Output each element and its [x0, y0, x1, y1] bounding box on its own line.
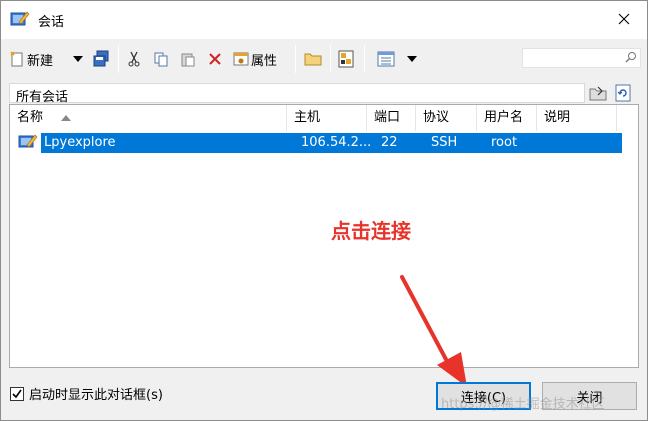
- app-icon: [10, 10, 30, 28]
- sort-ascending-icon: [61, 115, 71, 121]
- cell-username: root: [491, 135, 518, 150]
- column-header-name[interactable]: 名称: [10, 105, 287, 131]
- column-header-protocol[interactable]: 协议: [416, 105, 477, 131]
- save-icon: [93, 50, 109, 67]
- annotation-arrow-icon: [400, 275, 467, 387]
- cell-protocol: SSH: [431, 135, 458, 150]
- session-settings-button[interactable]: [336, 47, 356, 71]
- session-icon: [18, 134, 38, 153]
- folder-up-icon: [589, 86, 607, 101]
- toolbar-separator: [330, 45, 331, 73]
- session-dialog: 会话 新建 属性 所有会话 名称 主机 端口 协议 用户名 说明 Lpyexpl…: [0, 0, 648, 421]
- title-bar: 会话: [1, 1, 647, 39]
- search-icon: [625, 51, 637, 66]
- properties-icon: [233, 52, 249, 66]
- list-view-icon: [377, 51, 395, 67]
- save-session-button[interactable]: [90, 47, 112, 71]
- column-header-username[interactable]: 用户名: [477, 105, 537, 131]
- paste-icon: [181, 53, 195, 67]
- folder-icon: [304, 53, 322, 66]
- annotation-text: 点击连接: [331, 219, 411, 243]
- toolbar-separator: [295, 45, 296, 73]
- folder-label: 所有会话: [16, 90, 69, 105]
- column-header-description[interactable]: 说明: [537, 105, 617, 131]
- watermark: https://@稀土掘金技术社区: [441, 397, 605, 412]
- column-header-host[interactable]: 主机: [287, 105, 367, 131]
- folder-up-button[interactable]: [588, 84, 608, 102]
- column-header-port[interactable]: 端口: [367, 105, 416, 131]
- new-button[interactable]: 新建: [9, 47, 53, 71]
- new-label: 新建: [27, 53, 54, 69]
- show-on-startup-label: 启动时显示此对话框(s): [29, 388, 163, 403]
- toolbar-separator: [364, 45, 365, 73]
- refresh-icon: [615, 84, 631, 102]
- session-list-header: 名称 主机 端口 协议 用户名 说明: [10, 105, 638, 131]
- checkbox-box[interactable]: [10, 386, 24, 401]
- settings-icon: [338, 50, 354, 68]
- cell-port: 22: [381, 135, 398, 150]
- dropdown-arrow-icon: [407, 56, 417, 62]
- window-title: 会话: [38, 15, 65, 30]
- show-on-startup-checkbox[interactable]: 启动时显示此对话框(s): [10, 384, 163, 403]
- scissors-icon: [128, 51, 140, 67]
- cut-button[interactable]: [125, 47, 143, 71]
- new-session-icon: [10, 51, 23, 67]
- window-close-button[interactable]: [601, 1, 647, 37]
- close-icon: [618, 13, 630, 25]
- session-folder-path[interactable]: 所有会话: [9, 83, 585, 105]
- cell-host: 106.54.2...: [301, 135, 372, 150]
- properties-button[interactable]: 属性: [233, 47, 277, 71]
- cell-name: Lpyexplore: [44, 135, 116, 150]
- session-list[interactable]: 名称 主机 端口 协议 用户名 说明 Lpyexplore 106.54.2..…: [9, 104, 639, 368]
- view-button[interactable]: [375, 47, 397, 71]
- copy-icon: [154, 52, 168, 67]
- view-dropdown-button[interactable]: [405, 47, 419, 71]
- refresh-button[interactable]: [613, 84, 633, 102]
- checkmark-icon: [12, 389, 22, 398]
- paste-button[interactable]: [178, 47, 198, 71]
- session-row[interactable]: Lpyexplore 106.54.2... 22 SSH root: [16, 133, 622, 153]
- properties-label: 属性: [251, 53, 278, 69]
- new-dropdown-button[interactable]: [71, 47, 85, 71]
- dropdown-arrow-icon: [73, 56, 83, 62]
- toolbar-separator: [118, 45, 119, 73]
- delete-x-icon: [209, 53, 221, 65]
- new-folder-button[interactable]: [302, 47, 324, 71]
- search-box[interactable]: [522, 48, 641, 68]
- copy-button[interactable]: [151, 47, 171, 71]
- delete-button[interactable]: [206, 47, 224, 71]
